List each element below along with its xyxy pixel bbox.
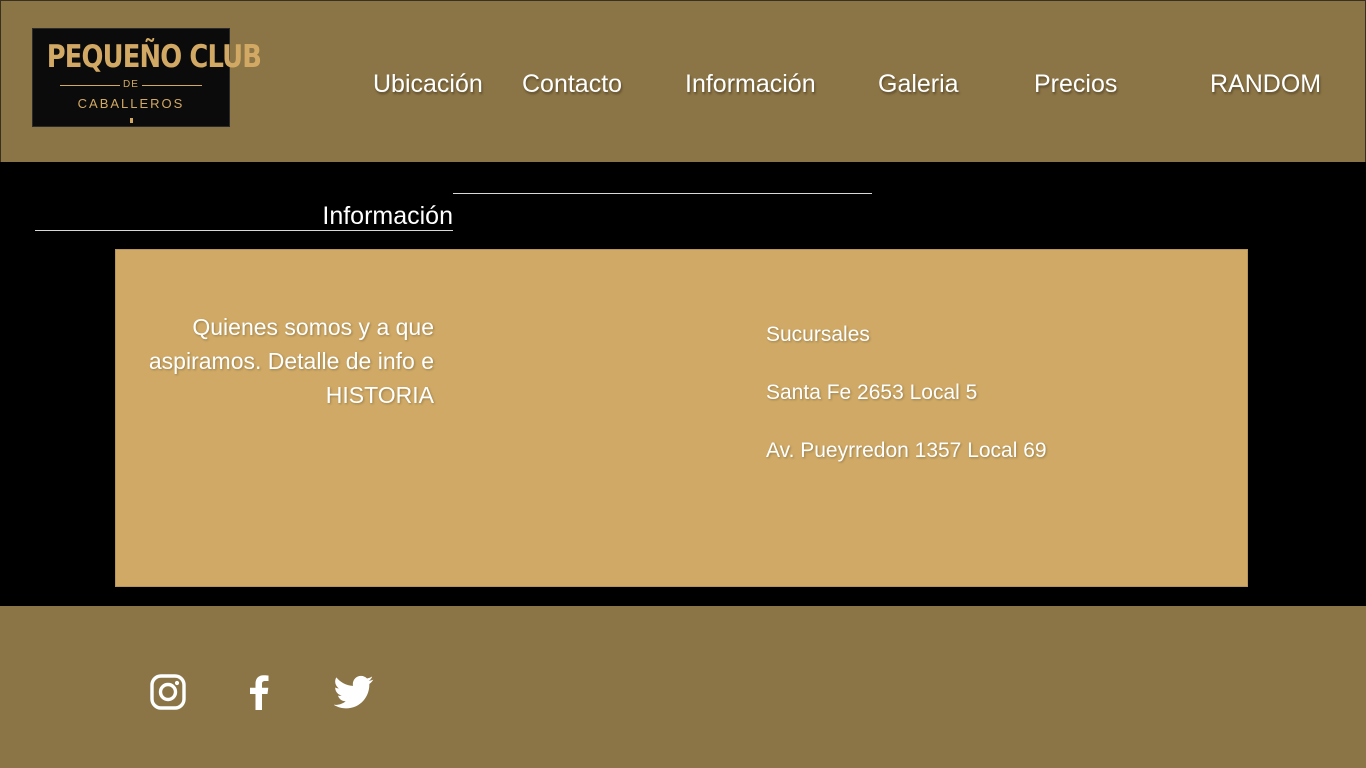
about-text: Quienes somos y a que aspiramos. Detalle…	[148, 314, 434, 408]
nav-item-ubicacion[interactable]: Ubicación	[373, 67, 483, 101]
nav-item-random[interactable]: RANDOM	[1210, 67, 1321, 101]
logo[interactable]: PEQUEÑO CLUB DE CABALLEROS	[32, 28, 262, 127]
twitter-icon[interactable]	[334, 672, 374, 712]
logo-subtitle: CABALLEROS	[77, 96, 185, 111]
logo-divider: DE	[60, 79, 202, 91]
logo-title: PEQUEÑO CLUB	[46, 38, 262, 76]
nav-item-galeria[interactable]: Galeria	[878, 67, 959, 101]
logo-line-right	[142, 85, 202, 86]
facebook-icon[interactable]	[240, 672, 280, 712]
heading-top-divider	[453, 193, 872, 194]
nav-item-informacion[interactable]: Información	[685, 67, 816, 101]
page: PEQUEÑO CLUB DE CABALLEROS Ubicación Con…	[0, 0, 1366, 768]
page-title: Información	[322, 202, 453, 230]
branch-address: Santa Fe 2653 Local 5	[766, 381, 978, 404]
site-footer	[0, 606, 1366, 768]
heading-bottom-divider	[35, 230, 453, 231]
branch-address: Av. Pueyrredon 1357 Local 69	[766, 439, 1047, 462]
branches-list: Sucursales Santa Fe 2653 Local 5 Av. Pue…	[766, 318, 1186, 492]
nav-item-contacto[interactable]: Contacto	[522, 67, 622, 101]
branches-heading: Sucursales	[766, 323, 870, 346]
nav-item-precios[interactable]: Precios	[1034, 67, 1117, 101]
logo-ornament	[130, 118, 133, 123]
site-header: PEQUEÑO CLUB DE CABALLEROS Ubicación Con…	[0, 0, 1366, 162]
info-card: Quienes somos y a que aspiramos. Detalle…	[115, 249, 1248, 587]
instagram-icon[interactable]	[148, 672, 188, 712]
